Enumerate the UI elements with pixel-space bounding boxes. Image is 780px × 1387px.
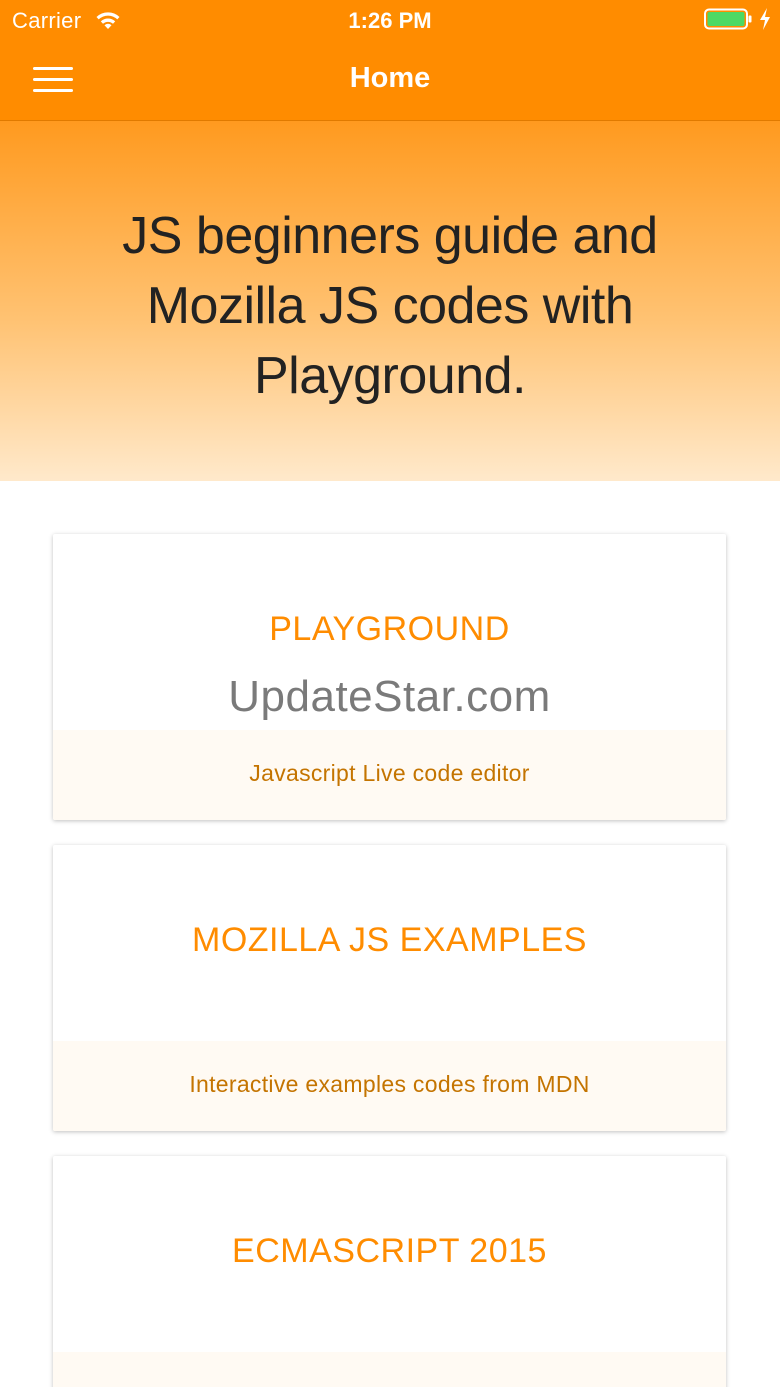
- app-screen: Carrier 1:26 PM Home JS beginners guide …: [0, 0, 780, 1387]
- card-mozilla-js-examples[interactable]: MOZILLA JS EXAMPLES Interactive examples…: [53, 845, 726, 1131]
- card-subtitle: Javascript Live code editor: [249, 760, 530, 786]
- card-footer: Javascript Live code editor: [53, 730, 726, 820]
- status-bar: Carrier 1:26 PM: [0, 0, 780, 40]
- charging-bolt-icon: [758, 7, 772, 31]
- navigation-bar: Home: [0, 40, 780, 121]
- page-title: Home: [349, 62, 431, 94]
- card-title: MOZILLA JS EXAMPLES: [192, 921, 587, 959]
- card-playground[interactable]: PLAYGROUND Javascript Live code editor U…: [53, 534, 726, 820]
- card-title: PLAYGROUND: [269, 610, 510, 648]
- battery-full-icon: [704, 8, 752, 30]
- card-title: ECMASCRIPT 2015: [232, 1232, 547, 1270]
- card-footer: [53, 1352, 726, 1387]
- card-subtitle: Interactive examples codes from MDN: [189, 1071, 590, 1097]
- card-footer: Interactive examples codes from MDN: [53, 1041, 726, 1131]
- status-time: 1:26 PM: [348, 8, 432, 33]
- hero-text: JS beginners guide and Mozilla JS codes …: [122, 207, 658, 405]
- card-ecmascript-2015[interactable]: ECMASCRIPT 2015: [53, 1156, 726, 1387]
- hero-banner: JS beginners guide and Mozilla JS codes …: [0, 121, 780, 481]
- watermark-text: UpdateStar.com: [228, 672, 551, 721]
